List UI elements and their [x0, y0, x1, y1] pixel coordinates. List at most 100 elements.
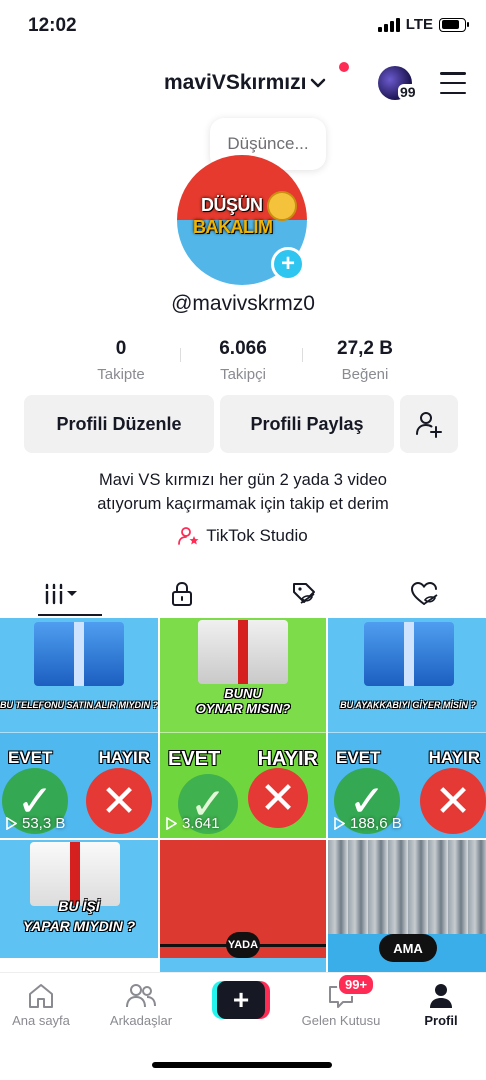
video-question: BUNU OYNAR MISIN? [160, 686, 326, 716]
home-indicator [152, 1062, 332, 1068]
video-divider-strip [0, 958, 158, 972]
video-thumbnail[interactable]: BUNU OYNAR MISIN? EVET HAYIR ✓ ✕ 3.641 [160, 618, 326, 838]
status-icons: LTE [377, 16, 469, 33]
nav-label: Ana sayfa [12, 1013, 70, 1028]
account-name: maviVSkırmızı [164, 71, 307, 94]
tab-private[interactable] [122, 570, 244, 618]
nav-label: Profil [424, 1013, 458, 1028]
profile-stats: 0 Takipte 6.066 Takipçi 27,2 B Beğeni [60, 338, 426, 383]
avatar-logo-text-1: DÜŞÜN [201, 195, 263, 215]
chevron-down-icon [311, 78, 326, 88]
video-bottom-strip [160, 958, 326, 972]
nav-profile[interactable]: Profil [396, 979, 486, 1028]
status-bar: 12:02 LTE [0, 0, 486, 50]
view-count: 53,3 B [6, 815, 65, 832]
profile-avatar-container[interactable]: DÜŞÜN BAKALIM + [177, 155, 307, 285]
friends-icon [126, 984, 156, 1008]
status-time: 12:02 [28, 15, 77, 36]
video-label: AMA [379, 934, 437, 962]
no-label: HAYIR [428, 748, 480, 767]
answer-labels: EVET HAYIR [328, 748, 486, 768]
stat-likes[interactable]: 27,2 B Beğeni [304, 338, 426, 383]
gift-box-image [364, 622, 454, 686]
cross-icon: ✕ [420, 768, 486, 834]
profile-header: maviVSkırmızı 99 [0, 62, 486, 106]
question-line: BU İŞİ [58, 898, 100, 914]
view-count: 188,6 B [334, 815, 402, 832]
tab-videos[interactable] [0, 570, 122, 618]
play-icon [166, 817, 177, 830]
hidden-heart-icon [411, 581, 438, 605]
video-grid: BU TELEFONU SATIN ALIR MIYDIN ? EVET HAY… [0, 618, 486, 972]
menu-icon[interactable] [440, 72, 466, 94]
profile-icon [430, 984, 452, 1008]
stat-following[interactable]: 0 Takipte [60, 338, 182, 383]
stat-followers[interactable]: 6.066 Takipçi [182, 338, 304, 383]
play-icon [334, 817, 345, 830]
nav-friends[interactable]: Arkadaşlar [96, 979, 186, 1028]
play-icon [6, 817, 17, 830]
view-count: 3.641 [166, 815, 220, 832]
avatar-logo-text-2: BAKALIM [193, 217, 273, 237]
nav-home[interactable]: Ana sayfa [0, 979, 86, 1028]
answer-labels: EVET HAYIR [0, 748, 158, 768]
battery-icon [439, 17, 469, 32]
share-profile-button[interactable]: Profili Paylaş [220, 395, 394, 453]
stat-label: Beğeni [341, 366, 389, 383]
video-thumbnail[interactable]: BU İŞİ YAPAR MIYDIN ? [0, 840, 158, 972]
bio-line: Mavi VS kırmızı her gün 2 yada 3 video [99, 471, 387, 489]
view-count-text: 53,3 B [22, 815, 66, 832]
edit-profile-button[interactable]: Profili Düzenle [24, 395, 214, 453]
yes-label: EVET [168, 748, 221, 770]
stat-label: Takipte [97, 366, 145, 383]
tab-reposts[interactable] [243, 570, 365, 618]
active-tab-indicator [38, 614, 102, 616]
question-line: BUNU [224, 686, 262, 701]
video-question: BU TELEFONU SATIN ALIR MIYDIN ? [0, 700, 158, 710]
video-question: BU AYAKKABIYI GİYER MİSİN ? [340, 700, 476, 710]
add-user-icon [416, 412, 442, 438]
lock-icon [172, 581, 193, 606]
video-thumbnail[interactable]: BU AYAKKABIYI GİYER MİSİN ? EVET HAYIR ✓… [328, 618, 486, 838]
profile-bio: Mavi VS kırmızı her gün 2 yada 3 video a… [0, 468, 486, 516]
video-thumbnail[interactable]: BU TELEFONU SATIN ALIR MIYDIN ? EVET HAY… [0, 618, 158, 838]
bio-line: atıyorum kaçırmamak için takip et derim [97, 495, 389, 513]
video-label: YADA [226, 932, 260, 958]
gift-box-image [198, 620, 288, 684]
video-question: BU İŞİ YAPAR MIYDIN ? [0, 896, 158, 936]
video-thumbnail[interactable]: AMA [328, 840, 486, 972]
stat-value: 6.066 [219, 338, 267, 359]
add-story-button[interactable]: + [271, 247, 305, 281]
stat-value: 27,2 B [337, 338, 393, 359]
create-button[interactable]: + [212, 981, 270, 1019]
signal-icon [377, 17, 400, 32]
profile-handle: @mavivskrmz0 [171, 292, 315, 315]
stat-divider [302, 348, 303, 362]
view-count-text: 3.641 [182, 815, 220, 832]
notification-dot [339, 62, 349, 72]
stat-value: 0 [115, 338, 127, 359]
nav-label: Gelen Kutusu [301, 1013, 381, 1028]
cross-icon: ✕ [86, 768, 152, 834]
studio-user-star-icon [178, 527, 199, 545]
account-switcher[interactable]: maviVSkırmızı [164, 71, 326, 95]
content-tabs [0, 570, 486, 618]
inbox-count-badge: 99+ [337, 973, 376, 996]
studio-label: TikTok Studio [206, 526, 308, 545]
nav-label: Arkadaşlar [109, 1013, 173, 1028]
network-label: LTE [405, 16, 433, 33]
hidden-tag-icon [292, 583, 315, 604]
add-friend-button[interactable] [400, 395, 458, 453]
gift-box-image [34, 622, 124, 686]
question-line: OYNAR MISIN? [195, 701, 291, 716]
tab-liked[interactable] [365, 570, 486, 618]
yes-label: EVET [336, 748, 381, 767]
answer-labels: EVET HAYIR [160, 748, 326, 771]
tiktok-studio-link[interactable]: TikTok Studio [0, 526, 486, 546]
video-thumbnail[interactable]: YADA [160, 840, 326, 972]
grid-filter-icon [44, 583, 77, 605]
question-line: YAPAR MIYDIN ? [22, 918, 136, 934]
view-count-text: 188,6 B [350, 815, 402, 832]
notification-count-badge: 99 [398, 84, 418, 100]
stat-divider [180, 348, 181, 362]
